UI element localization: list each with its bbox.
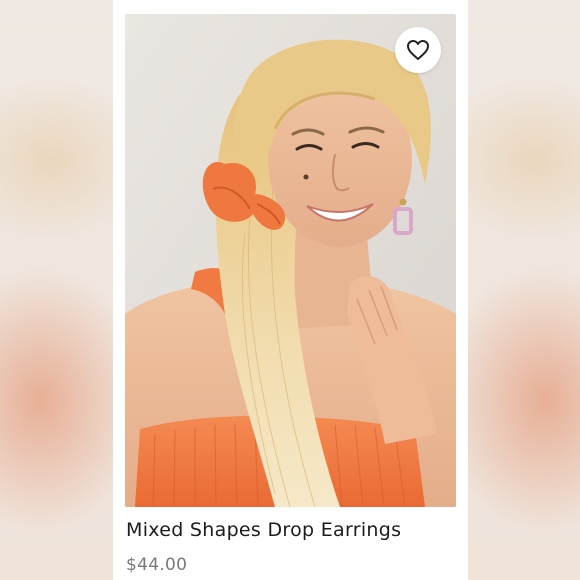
product-title[interactable]: Mixed Shapes Drop Earrings	[126, 519, 401, 541]
favorite-button[interactable]	[395, 27, 441, 73]
product-price: $44.00	[126, 555, 188, 575]
heart-outline-icon	[407, 40, 429, 60]
product-image[interactable]	[125, 14, 456, 507]
product-card[interactable]: Mixed Shapes Drop Earrings $44.00	[113, 0, 468, 580]
